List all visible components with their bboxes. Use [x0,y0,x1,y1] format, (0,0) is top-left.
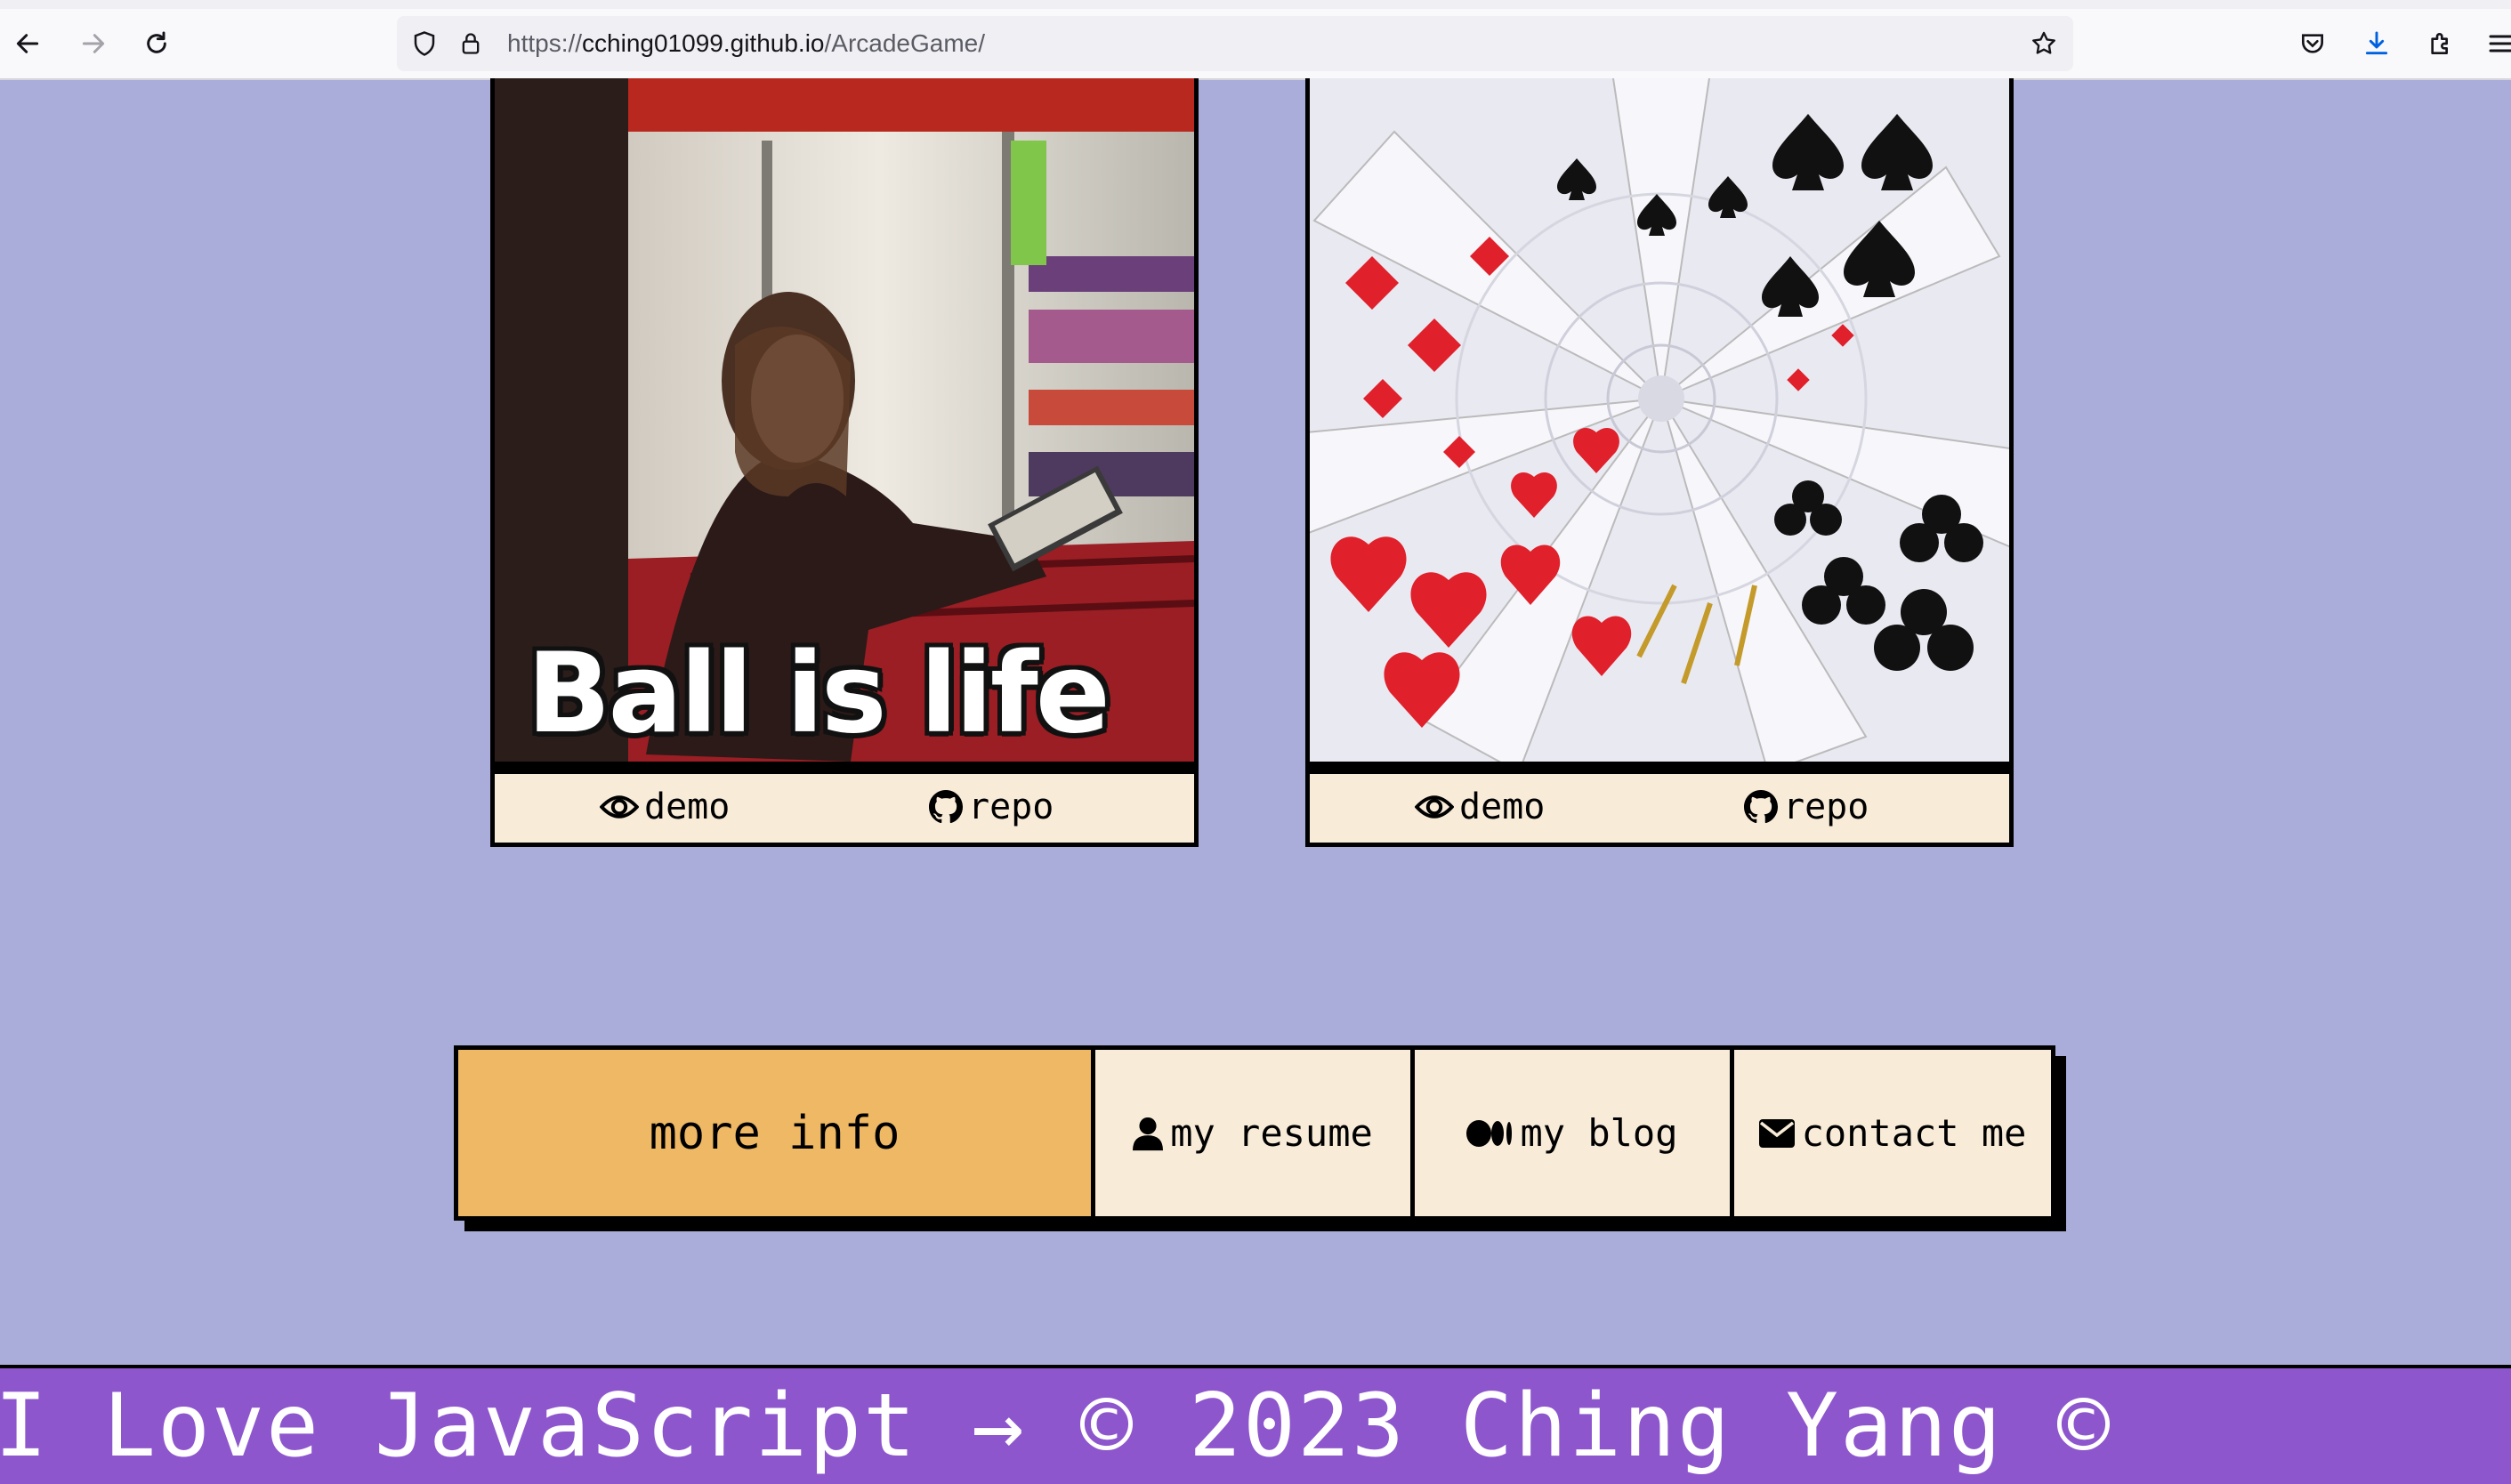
url-text[interactable]: https://cching01099.github.io/ArcadeGame… [507,29,985,58]
reload-icon [147,31,166,53]
demo-label: demo [644,786,731,827]
extensions-button[interactable] [2422,25,2459,62]
menu-icon [2489,35,2511,52]
marquee-text: I Love JavaScript → © 2023 Ching Yang © [0,1375,2112,1477]
repo-link[interactable]: repo [929,786,1054,827]
resume-label: my resume [1170,1111,1373,1155]
more-info-button[interactable]: more info [458,1050,1095,1216]
project-card: Ball is life demo repo [490,78,1199,847]
demo-link[interactable]: demo [1415,786,1545,827]
more-info-label: more info [649,1106,900,1160]
medium-icon [1466,1119,1513,1147]
demo-link[interactable]: demo [600,786,730,827]
download-icon [2365,31,2388,55]
playing-cards-spiral-image [1310,78,2009,762]
user-icon [1133,1117,1164,1150]
forward-button[interactable] [75,25,112,62]
github-icon [929,790,963,824]
info-navigation: more info my resume my blog contact me [454,1045,2055,1221]
eye-icon [1415,795,1454,819]
github-icon [1744,790,1778,824]
pocket-button[interactable] [2294,25,2331,62]
repo-label: repo [968,786,1054,827]
project-links: demo repo [1310,770,2009,843]
project-links: demo repo [495,770,1194,843]
shield-icon [414,31,435,56]
url-path: /ArcadeGame/ [824,29,986,57]
site-info-button[interactable] [452,25,489,62]
downloads-button[interactable] [2358,25,2395,62]
app-menu-button[interactable] [2483,25,2511,62]
url-prefix: https:// [507,29,583,57]
back-arrow-icon [16,34,39,53]
footer-marquee: I Love JavaScript → © 2023 Ching Yang © [0,1365,2511,1484]
blog-label: my blog [1520,1111,1678,1155]
project-card: demo repo [1305,78,2014,847]
browser-toolbar: https://cching01099.github.io/ArcadeGame… [0,9,2511,80]
pocket-icon [2302,34,2323,53]
lock-icon [462,33,480,54]
star-icon [2032,31,2055,54]
bookmark-button[interactable] [2025,25,2063,62]
reload-button[interactable] [138,25,175,62]
blog-link[interactable]: my blog [1415,1050,1734,1216]
demo-label: demo [1459,786,1546,827]
back-button[interactable] [9,25,46,62]
resume-link[interactable]: my resume [1095,1050,1415,1216]
forward-arrow-icon [82,34,105,53]
eye-icon [600,795,639,819]
envelope-icon [1758,1118,1795,1148]
url-host: cching01099.github.io [582,29,825,57]
address-bar[interactable]: https://cching01099.github.io/ArcadeGame… [397,16,2073,71]
contact-link[interactable]: contact me [1734,1050,2051,1216]
repo-link[interactable]: repo [1744,786,1869,827]
tracking-protection-button[interactable] [406,25,443,62]
gif-caption: Ball is life [527,630,1110,758]
project-preview-gif: Ball is life [495,78,1194,762]
extensions-icon [2431,33,2448,54]
contact-label: contact me [1801,1111,2027,1155]
repo-label: repo [1783,786,1869,827]
project-preview-gif [1310,78,2009,762]
tab-strip-edge [0,0,2511,9]
